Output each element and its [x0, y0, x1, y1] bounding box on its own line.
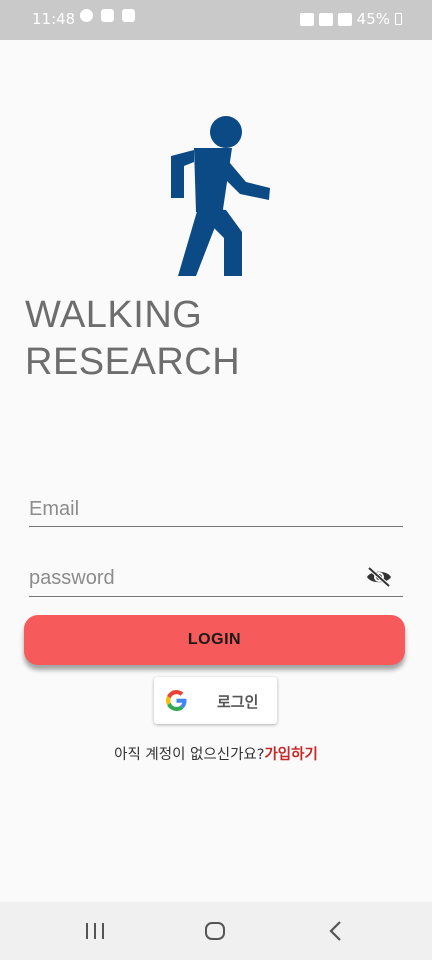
- eye-off-icon[interactable]: [365, 566, 393, 588]
- signal-icon: [337, 12, 352, 26]
- login-button[interactable]: LOGIN: [24, 615, 405, 665]
- email-input[interactable]: [29, 494, 403, 524]
- password-input[interactable]: [29, 563, 349, 593]
- signup-prompt-line: 아직 계정이 없으신가요?가입하기: [0, 743, 432, 764]
- home-icon[interactable]: [203, 919, 227, 943]
- battery-icon: [395, 13, 402, 25]
- signup-link[interactable]: 가입하기: [264, 747, 317, 763]
- app-title: WALKING RESEARCH: [25, 292, 240, 386]
- wifi-icon: [318, 12, 333, 26]
- google-g-icon: [166, 690, 187, 711]
- battery-level: 45%: [356, 10, 390, 28]
- photo-icon: [101, 9, 114, 22]
- google-login-button[interactable]: 로그인: [154, 677, 277, 724]
- login-screen: 11:48 45% WALKING RESEARCH Email LOGIN 로…: [0, 0, 432, 960]
- notification-icons: [80, 9, 135, 22]
- walking-person-icon: [171, 116, 270, 276]
- back-icon[interactable]: [324, 919, 348, 943]
- chat-icon: [80, 9, 93, 22]
- recent-apps-icon[interactable]: [83, 919, 107, 943]
- email-field: [29, 494, 403, 527]
- status-bar: 11:48 45%: [0, 0, 432, 40]
- app-title-line2: RESEARCH: [25, 341, 241, 383]
- mute-icon: [299, 12, 314, 26]
- app-title-line1: WALKING: [25, 294, 203, 336]
- status-time: 11:48: [32, 10, 76, 28]
- password-field: [29, 563, 403, 597]
- signup-prompt: 아직 계정이 없으신가요?: [114, 747, 265, 763]
- system-icons: 45%: [299, 10, 402, 28]
- app-icon: [122, 9, 135, 22]
- navigation-bar: [0, 902, 432, 960]
- google-login-label: 로그인: [217, 693, 259, 711]
